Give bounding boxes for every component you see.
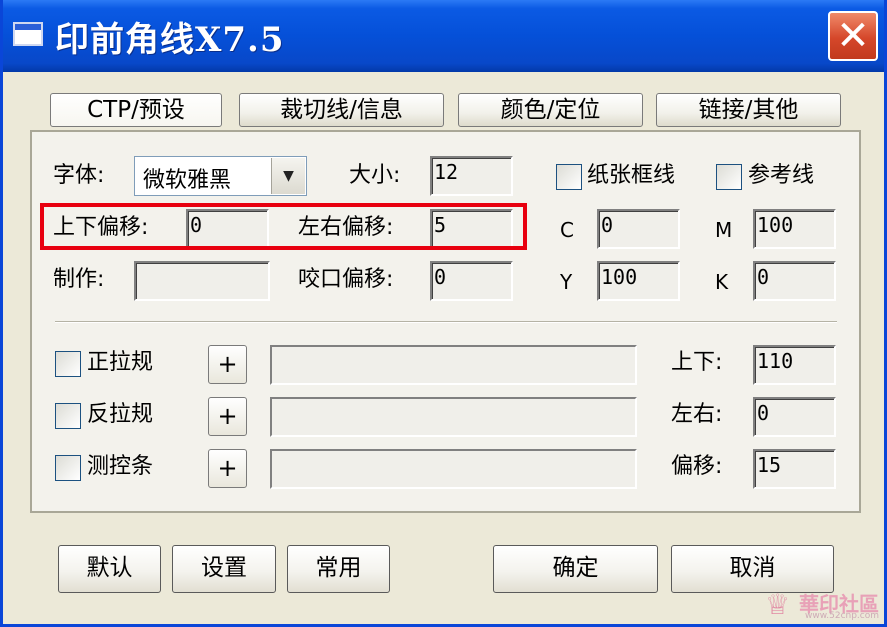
paper-frame-checkbox[interactable] — [556, 164, 582, 190]
reference-line-label: 参考线 — [748, 163, 815, 188]
k-label: K — [715, 270, 729, 294]
reverse-guide-checkbox[interactable] — [55, 403, 81, 429]
dialog-window: 印前角线X7.5 ✕ CTP/预设 裁切线/信息 颜色/定位 链接/其他 字体:… — [0, 0, 887, 627]
reverse-guide-label: 反拉规 — [87, 402, 154, 427]
chevron-down-icon[interactable]: ▼ — [271, 158, 305, 194]
font-select[interactable]: 微软雅黑 ▼ — [134, 156, 307, 196]
control-strip-checkbox[interactable] — [55, 455, 81, 481]
font-label: 字体: — [53, 163, 105, 188]
y-label: Y — [560, 270, 573, 294]
tab-color-position[interactable]: 颜色/定位 — [458, 93, 643, 127]
title-bar[interactable]: 印前角线X7.5 ✕ — [3, 0, 884, 72]
reference-line-checkbox[interactable] — [716, 164, 742, 190]
maker-label: 制作: — [53, 267, 105, 292]
k-input[interactable]: 0 — [753, 261, 836, 301]
updown-input[interactable]: 110 — [753, 345, 836, 385]
leftright-input[interactable]: 0 — [753, 397, 836, 437]
control-strip-label: 测控条 — [87, 454, 154, 479]
watermark-logo-icon: ♕ — [765, 588, 791, 621]
watermark: ♕ 華印社區 www.52cnp.com — [765, 588, 887, 624]
bite-offset-input[interactable]: 0 — [430, 261, 513, 301]
window-title: 印前角线X7.5 — [55, 20, 285, 60]
bite-offset-label: 咬口偏移: — [298, 267, 394, 292]
tab-crop-info[interactable]: 裁切线/信息 — [239, 93, 444, 127]
separator — [55, 321, 837, 323]
leftright-label: 左右: — [671, 402, 723, 427]
watermark-url: www.52cnp.com — [805, 611, 880, 621]
default-button[interactable]: 默认 — [58, 545, 161, 593]
y-input[interactable]: 100 — [597, 261, 680, 301]
m-label: M — [715, 218, 733, 242]
close-icon: ✕ — [836, 13, 870, 59]
tab-link-other[interactable]: 链接/其他 — [656, 93, 841, 127]
control-strip-add-button[interactable]: + — [208, 449, 247, 488]
window-icon — [13, 22, 43, 46]
front-guide-add-button[interactable]: + — [208, 345, 247, 384]
front-guide-path-field[interactable] — [270, 345, 637, 385]
size-label: 大小: — [349, 163, 401, 188]
c-input[interactable]: 0 — [597, 209, 680, 249]
paper-frame-label: 纸张框线 — [587, 163, 676, 188]
reverse-guide-add-button[interactable]: + — [208, 397, 247, 436]
c-label: C — [560, 218, 574, 242]
updown-label: 上下: — [671, 350, 723, 375]
cancel-button[interactable]: 取消 — [671, 545, 834, 593]
tab-ctp-preset[interactable]: CTP/预设 — [50, 93, 222, 127]
common-button[interactable]: 常用 — [287, 545, 390, 593]
font-select-value: 微软雅黑 — [143, 168, 232, 193]
maker-input[interactable] — [134, 261, 270, 301]
m-input[interactable]: 100 — [753, 209, 836, 249]
front-guide-label: 正拉规 — [87, 350, 154, 375]
settings-button[interactable]: 设置 — [172, 545, 276, 593]
position-offset-label: 偏移: — [671, 454, 723, 479]
close-button[interactable]: ✕ — [828, 11, 878, 61]
control-strip-path-field[interactable] — [270, 449, 637, 489]
highlight-box — [40, 203, 527, 250]
size-input[interactable]: 12 — [430, 156, 513, 196]
ok-button[interactable]: 确定 — [493, 545, 658, 593]
front-guide-checkbox[interactable] — [55, 351, 81, 377]
reverse-guide-path-field[interactable] — [270, 397, 637, 437]
position-offset-input[interactable]: 15 — [753, 449, 836, 489]
